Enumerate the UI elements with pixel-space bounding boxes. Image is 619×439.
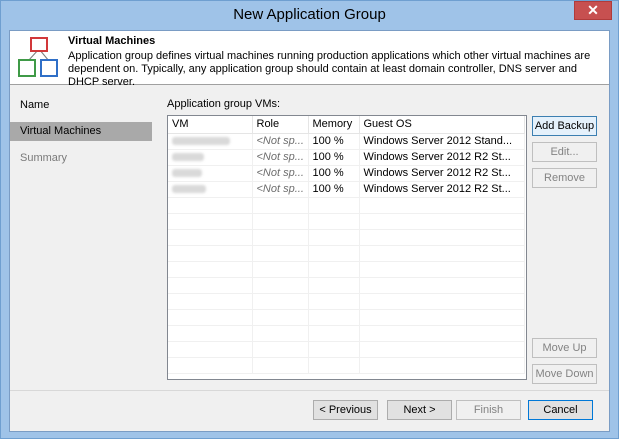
redacted-vm-name xyxy=(172,169,202,178)
empty-row xyxy=(168,245,525,262)
empty-row xyxy=(168,309,525,326)
column-header-memory[interactable]: Memory xyxy=(308,116,360,134)
table-header-row: VM Role Memory Guest OS xyxy=(168,116,525,134)
empty-row xyxy=(168,357,525,374)
role-cell: <Not sp... xyxy=(252,165,309,182)
empty-row xyxy=(168,229,525,246)
redacted-vm-name xyxy=(172,137,230,146)
empty-row xyxy=(168,277,525,294)
wizard-client-area: Virtual Machines Application group defin… xyxy=(9,30,610,432)
guest-os-cell: Windows Server 2012 Stand... xyxy=(359,133,525,150)
wizard-footer: < Previous Next > Finish Cancel xyxy=(10,390,609,431)
empty-row xyxy=(168,197,525,214)
table-row[interactable]: <Not sp... 100 % Windows Server 2012 Sta… xyxy=(168,133,525,150)
role-cell: <Not sp... xyxy=(252,133,309,150)
empty-row xyxy=(168,213,525,230)
vm-list[interactable]: VM Role Memory Guest OS <Not sp... 100 %… xyxy=(167,115,527,380)
nav-item-virtual-machines[interactable]: Virtual Machines xyxy=(10,122,152,141)
close-button[interactable]: ✕ xyxy=(574,1,612,20)
title-bar[interactable]: New Application Group ✕ xyxy=(1,1,618,30)
move-up-button: Move Up xyxy=(532,338,597,358)
role-cell: <Not sp... xyxy=(252,181,309,198)
guest-os-cell: Windows Server 2012 R2 St... xyxy=(359,181,525,198)
finish-button: Finish xyxy=(456,400,521,420)
redacted-vm-name xyxy=(172,185,206,194)
vm-name-cell xyxy=(168,149,253,166)
nav-item-name[interactable]: Name xyxy=(10,96,152,115)
guest-os-cell: Windows Server 2012 R2 St... xyxy=(359,165,525,182)
guest-os-cell: Windows Server 2012 R2 St... xyxy=(359,149,525,166)
memory-cell: 100 % xyxy=(308,181,360,198)
role-cell: <Not sp... xyxy=(252,149,309,166)
add-backup-button[interactable]: Add Backup xyxy=(532,116,597,136)
column-header-vm[interactable]: VM xyxy=(168,116,253,134)
empty-row xyxy=(168,325,525,342)
application-group-icon xyxy=(18,37,58,77)
vms-label: Application group VMs: xyxy=(167,98,281,110)
edit-button: Edit... xyxy=(532,142,597,162)
table-row[interactable]: <Not sp... 100 % Windows Server 2012 R2 … xyxy=(168,165,525,182)
remove-button: Remove xyxy=(532,168,597,188)
move-down-button: Move Down xyxy=(532,364,597,384)
page-description: Application group defines virtual machin… xyxy=(68,50,591,88)
vm-name-cell xyxy=(168,165,253,182)
vm-name-cell xyxy=(168,181,253,198)
nav-item-summary: Summary xyxy=(20,152,68,164)
empty-row xyxy=(168,341,525,358)
wizard-steps: Name Virtual Machines Summary xyxy=(10,86,155,386)
wizard-window: New Application Group ✕ Virtual Machines… xyxy=(0,0,619,439)
wizard-header: Virtual Machines Application group defin… xyxy=(10,31,609,88)
column-header-guest-os[interactable]: Guest OS xyxy=(359,116,525,134)
table-row[interactable]: <Not sp... 100 % Windows Server 2012 R2 … xyxy=(168,149,525,166)
memory-cell: 100 % xyxy=(308,149,360,166)
redacted-vm-name xyxy=(172,153,204,162)
next-button[interactable]: Next > xyxy=(387,400,452,420)
column-header-role[interactable]: Role xyxy=(252,116,309,134)
window-title: New Application Group xyxy=(233,6,386,23)
empty-row xyxy=(168,293,525,310)
memory-cell: 100 % xyxy=(308,165,360,182)
empty-row xyxy=(168,261,525,278)
vm-name-cell xyxy=(168,133,253,150)
table-row[interactable]: <Not sp... 100 % Windows Server 2012 R2 … xyxy=(168,181,525,198)
memory-cell: 100 % xyxy=(308,133,360,150)
page-title: Virtual Machines xyxy=(68,35,156,47)
cancel-button[interactable]: Cancel xyxy=(528,400,593,420)
previous-button[interactable]: < Previous xyxy=(313,400,378,420)
